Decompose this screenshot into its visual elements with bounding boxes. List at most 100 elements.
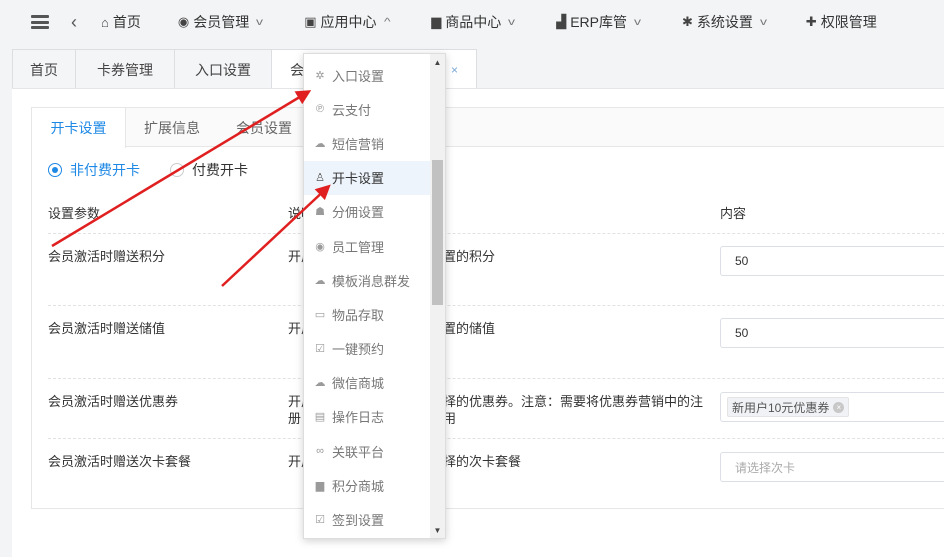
dropdown-item-label: 短信营销	[332, 136, 385, 152]
chevron-down-icon: v	[256, 16, 264, 28]
radio-paid-open[interactable]: 付费开卡	[170, 160, 248, 180]
dropdown-item[interactable]: ✲ 入口设置	[304, 58, 432, 92]
subtab-extended-info[interactable]: 扩展信息	[126, 108, 218, 147]
dropdown-item-label: 关联平台	[332, 444, 385, 460]
dropdown-item[interactable]: ☗ 分佣设置	[304, 195, 432, 229]
close-icon[interactable]: ×	[451, 63, 458, 77]
remove-tag-icon[interactable]: ×	[833, 401, 845, 413]
app-center-dropdown: · ✲ 入口设置 ℗ 云支付 ☁ 短信营销 ♙ 开卡设置 ☗ 分佣设置 ◉ 员工管理 ☁ 模板消息群发 ▭ 物…	[303, 53, 446, 539]
dropdown-item[interactable]: ▆ 积分商城	[304, 468, 432, 502]
row-param: 会员激活时赠送储值	[48, 321, 166, 336]
tab-entry-settings[interactable]: 入口设置	[174, 49, 272, 89]
radio-unchecked-icon	[170, 163, 184, 177]
dropdown-scrollbar[interactable]: ▲ ▼	[430, 54, 445, 538]
header-param: 设置参数	[48, 206, 101, 221]
dropdown-item[interactable]: ▤ 操作日志	[304, 400, 432, 434]
dropdown-item[interactable]: ▭ 物品存取	[304, 297, 432, 331]
tab-home-label: 首页	[30, 61, 58, 78]
calendar-check-icon: ☑	[315, 514, 325, 527]
user-circle-icon: ◉	[177, 14, 190, 29]
users-icon: ☗	[315, 206, 325, 219]
dropdown-item[interactable]: ℗ 云支付	[304, 92, 432, 126]
table-row: 会员激活时赠送积分 开启 置的积分 50	[48, 233, 944, 305]
tab-home[interactable]: 首页	[12, 49, 76, 89]
points-input[interactable]: 50	[720, 246, 944, 276]
paypal-icon: ℗	[315, 103, 325, 116]
row-param: 会员激活时赠送优惠券	[48, 394, 179, 409]
dropdown-item[interactable]: ☑ 签到设置	[304, 502, 432, 536]
dropdown-item-label: 云支付	[332, 102, 372, 118]
subtab-member-settings[interactable]: 会员设置	[218, 108, 310, 147]
dropdown-item-label: 一键预约	[332, 342, 385, 358]
dropdown-item[interactable]: ∞ 关联平台	[304, 434, 432, 468]
subtab-card-settings[interactable]: 开卡设置	[32, 108, 126, 148]
nav-permission-management-label: 权限管理	[820, 14, 877, 30]
nav-home-label: 首页	[112, 14, 141, 30]
nav-product-center[interactable]: ▆ 商品中心 v	[431, 12, 515, 32]
partial-icon: ·	[314, 53, 326, 54]
radio-paid-open-label: 付费开卡	[192, 162, 248, 178]
nav-permission-management[interactable]: ✚ 权限管理	[806, 12, 877, 32]
dropdown-item-label: 物品存取	[332, 307, 385, 323]
gear-icon: ✲	[315, 69, 325, 82]
puzzle-icon: ✚	[805, 14, 817, 29]
sitemap-icon: ▟	[556, 14, 567, 29]
menu-toggle-icon[interactable]	[31, 15, 49, 29]
row-param: 会员激活时赠送次卡套餐	[48, 454, 192, 469]
user-icon: ♙	[315, 172, 325, 185]
top-nav: ‹ ⌂ 首页 ◉ 会员管理 v ▣ 应用中心 ^ ▆ 商品中心 v ▟ ERP库…	[0, 0, 944, 44]
tab-coupon-management[interactable]: 卡券管理	[75, 49, 175, 89]
dropdown-item-label: 员工管理	[332, 239, 385, 255]
dropdown-item-label: 积分商城	[332, 478, 385, 494]
list-alt-icon: ▤	[314, 411, 326, 424]
chevron-up-icon: ^	[383, 16, 391, 28]
scroll-thumb[interactable]	[432, 160, 443, 305]
dropdown-item[interactable]: ◉ 员工管理	[304, 229, 432, 263]
dropdown-item-label: 开卡设置	[332, 171, 385, 187]
scroll-down-icon[interactable]: ▼	[430, 524, 445, 538]
nav-member-management-label: 会员管理	[193, 14, 250, 30]
stored-value-input[interactable]: 50	[720, 318, 944, 348]
radio-checked-icon	[48, 163, 62, 177]
rss-icon: ▣	[304, 14, 317, 29]
dropdown-item[interactable]: ☑ 一键预约	[304, 332, 432, 366]
calendar-check-icon: ☑	[315, 343, 325, 356]
table-header: 设置参数 说明 内容	[48, 203, 944, 233]
nav-member-management[interactable]: ◉ 会员管理 v	[177, 12, 264, 32]
dropdown-item[interactable]: ☁ 模板消息群发	[304, 263, 432, 297]
nav-erp[interactable]: ▟ ERP库管 v	[556, 12, 641, 32]
nav-app-center-label: 应用中心	[320, 14, 377, 30]
table-row: 会员激活时赠送优惠券 开启 册 择的优惠券。注意：需要将优惠券营销中的注 用 新…	[48, 378, 944, 438]
coupon-select[interactable]: 新用户10元优惠券 ×	[720, 392, 944, 422]
link-icon: ∞	[316, 445, 324, 458]
gear-icon: ✱	[682, 14, 693, 29]
dropdown-item-label: 微信商城	[332, 376, 385, 392]
nav-app-center[interactable]: ▣ 应用中心 ^	[304, 12, 391, 32]
dropdown-item-label: 模板消息群发	[332, 273, 411, 289]
coupon-tag-label: 新用户10元优惠券	[732, 400, 830, 415]
table-row: 会员激活时赠送次卡套餐 开启 择的次卡套餐 请选择次卡	[48, 438, 944, 498]
shopping-bag-icon: ▆	[431, 14, 442, 29]
dropdown-item[interactable]: ☁ 微信商城	[304, 366, 432, 400]
times-card-select[interactable]: 请选择次卡	[720, 452, 944, 482]
back-arrow-icon[interactable]: ‹	[71, 13, 77, 31]
dropdown-item[interactable]: ☁ 短信营销	[304, 126, 432, 160]
row-param: 会员激活时赠送积分	[48, 249, 166, 264]
nav-home[interactable]: ⌂ 首页	[101, 12, 141, 32]
tab-entry-settings-label: 入口设置	[195, 61, 251, 78]
sub-tabs: 开卡设置 扩展信息 会员设置	[32, 108, 944, 148]
dropdown-item-label: 操作日志	[332, 410, 385, 426]
scroll-up-icon[interactable]: ▲	[430, 56, 445, 70]
shopping-bag-icon: ▆	[315, 479, 325, 492]
dropdown-list: · ✲ 入口设置 ℗ 云支付 ☁ 短信营销 ♙ 开卡设置 ☗ 分佣设置 ◉ 员工管理 ☁ 模板消息群发 ▭ 物…	[304, 53, 432, 537]
nav-product-center-label: 商品中心	[445, 14, 502, 30]
hdd-icon: ▭	[314, 308, 326, 321]
tab-member-settings-label: 会	[290, 61, 304, 78]
coupon-tag: 新用户10元优惠券 ×	[727, 397, 850, 417]
chevron-down-icon: v	[759, 16, 767, 28]
dropdown-item[interactable]: ♙ 开卡设置	[304, 160, 432, 195]
user-circle-icon: ◉	[315, 240, 325, 253]
home-icon: ⌂	[101, 14, 109, 30]
nav-system-settings[interactable]: ✱ 系统设置 v	[682, 12, 767, 32]
radio-free-open[interactable]: 非付费开卡	[48, 160, 140, 180]
